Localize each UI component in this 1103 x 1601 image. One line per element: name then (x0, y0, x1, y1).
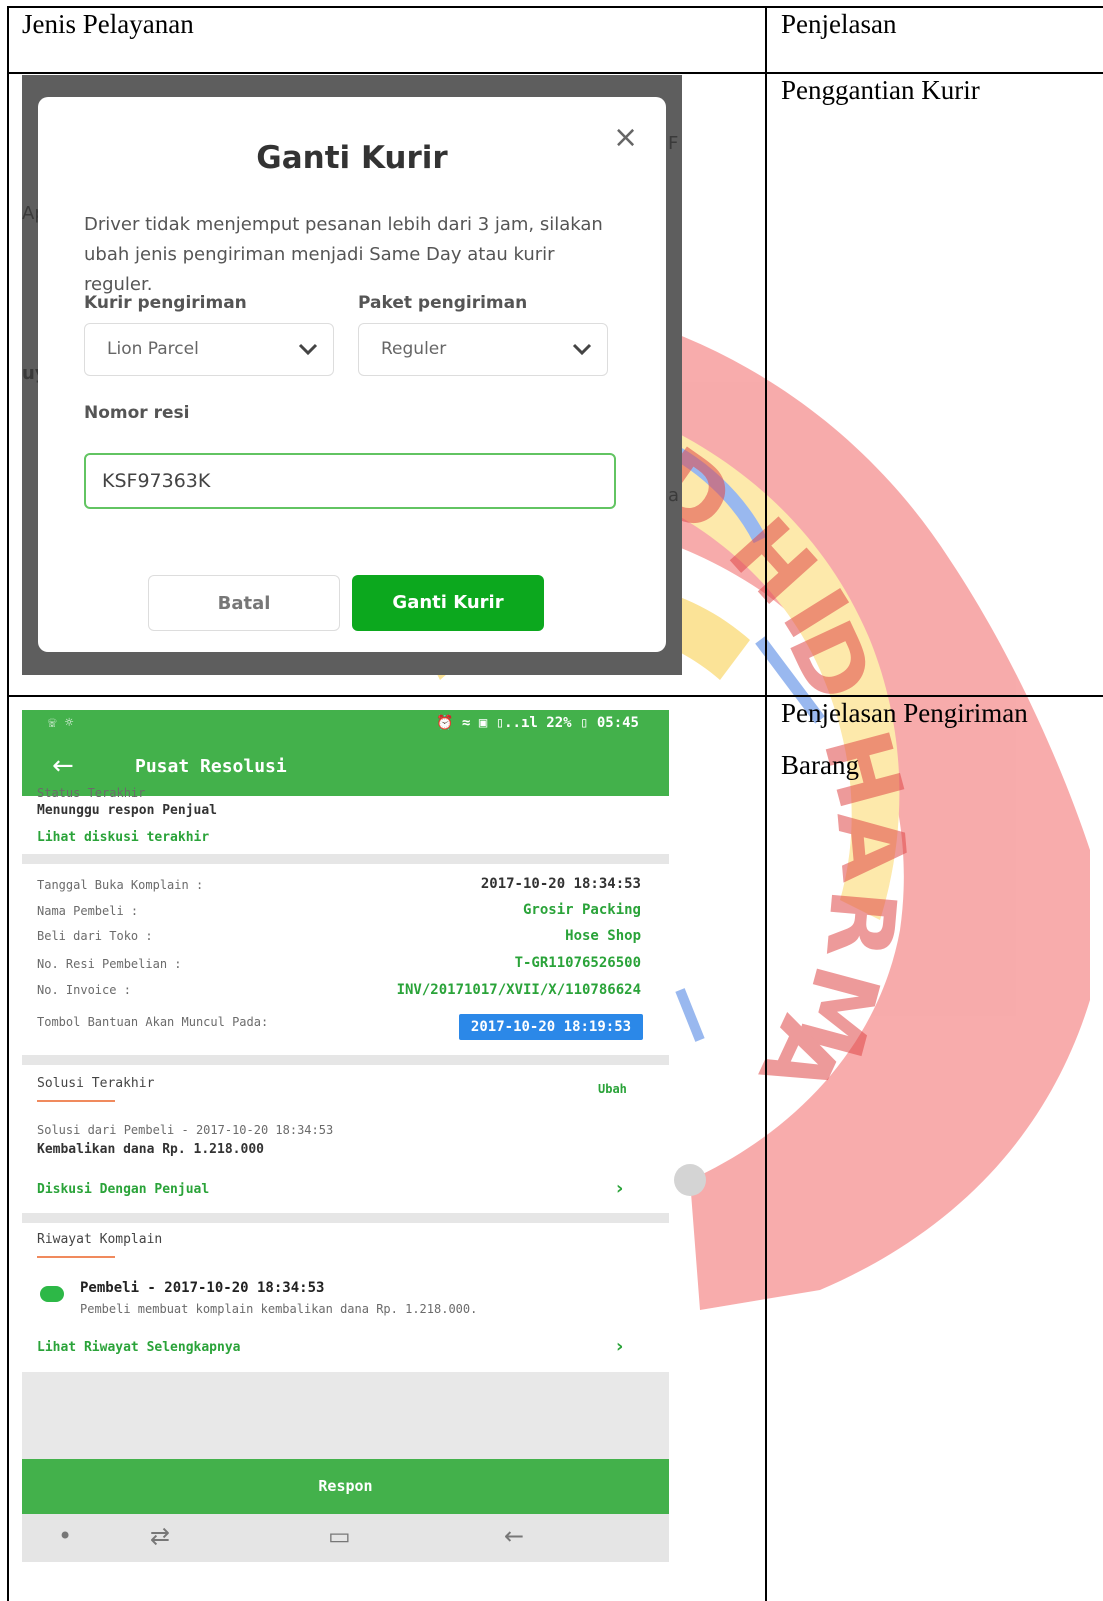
nav-back-icon[interactable]: ← (504, 1522, 524, 1550)
solution-meta: Solusi dari Pembeli - 2017-10-20 18:34:5… (37, 1123, 334, 1137)
cancel-button[interactable]: Batal (148, 575, 340, 631)
history-entry-title: Pembeli - 2017-10-20 18:34:53 (80, 1280, 325, 1296)
row2-explanation-line1: Penjelasan Pengiriman (781, 698, 1028, 728)
edit-solution-link[interactable]: Ubah (598, 1082, 627, 1096)
full-history-link[interactable]: Lihat Riwayat Selengkapnya (37, 1340, 241, 1355)
detail-label: Tombol Bantuan Akan Muncul Pada: (37, 1015, 269, 1029)
last-discussion-link[interactable]: Lihat diskusi terakhir (37, 830, 209, 845)
header-explanation: Penjelasan (781, 9, 897, 39)
table-left-border (7, 6, 9, 1601)
bottom-gray-area (22, 1372, 669, 1459)
receipt-label: Nomor resi (84, 403, 190, 423)
solution-value: Kembalikan dana Rp. 1.218.000 (37, 1142, 264, 1157)
svg-text:A: A (816, 806, 927, 885)
table-top-border (7, 6, 1103, 8)
chevron-right-icon: › (616, 1336, 624, 1357)
svg-text:R: R (805, 885, 916, 963)
section-underline (37, 1256, 115, 1258)
seller-discussion-link[interactable]: Diskusi Dengan Penjual (37, 1182, 209, 1197)
receipt-number-value: KSF97363K (102, 470, 211, 492)
svg-text:H: H (708, 499, 836, 625)
status-left-icons: ☏ ☼ (48, 715, 74, 731)
check-icon (40, 1286, 64, 1302)
background-fragment: F (668, 133, 679, 154)
section-separator (22, 1055, 669, 1065)
nav-dot-icon: • (58, 1522, 73, 1550)
help-button-time-badge: 2017-10-20 18:19:53 (459, 1014, 643, 1040)
background-fragment: a (668, 485, 680, 506)
back-arrow-icon[interactable]: ← (52, 751, 74, 781)
detail-label: No. Invoice : (37, 983, 131, 997)
package-select-value: Reguler (381, 339, 447, 359)
package-select[interactable]: Reguler (358, 323, 608, 376)
change-courier-button[interactable]: Ganti Kurir (352, 575, 544, 631)
chevron-right-icon: › (616, 1178, 624, 1199)
detail-value: Hose Shop (565, 928, 641, 944)
solution-title: Solusi Terakhir (37, 1076, 155, 1091)
history-title: Riwayat Komplain (37, 1232, 163, 1247)
courier-select[interactable]: Lion Parcel (84, 323, 334, 376)
table-column-divider (765, 6, 767, 1601)
section-underline (37, 1100, 115, 1102)
detail-label: No. Resi Pembelian : (37, 957, 182, 971)
chevron-down-icon (298, 343, 318, 356)
status-bar: ☏ ☼ ⏰ ≈ ▣ ▯..ıl 22% ▯ 05:45 (22, 710, 669, 739)
svg-text:A: A (738, 1002, 863, 1110)
detail-value: T-GR11076526500 (514, 955, 641, 971)
detail-value: 2017-10-20 18:34:53 (480, 876, 641, 892)
svg-text:I: I (762, 572, 869, 656)
header-service-type: Jenis Pelayanan (22, 9, 194, 39)
status-right-info: ⏰ ≈ ▣ ▯..ıl 22% ▯ 05:45 (436, 715, 639, 731)
package-label: Paket pengiriman (358, 293, 528, 313)
courier-select-value: Lion Parcel (107, 339, 199, 359)
svg-text:M: M (775, 955, 900, 1069)
dialog-title: Ganti Kurir (256, 140, 448, 176)
table-row-divider (7, 695, 1103, 697)
courier-change-screenshot: Ap uy F a × Ganti Kurir Driver tidak men… (22, 75, 682, 675)
respond-button[interactable]: Respon (22, 1459, 669, 1514)
detail-label: Tanggal Buka Komplain : (37, 878, 204, 892)
row2-explanation-line2: Barang (781, 750, 859, 780)
history-entry-description: Pembeli membuat komplain kembalikan dana… (80, 1302, 478, 1316)
receipt-number-input[interactable]: KSF97363K (84, 453, 616, 509)
detail-value: INV/20171017/XVII/X/110786624 (396, 982, 641, 998)
table-header-divider (7, 72, 1103, 74)
resolution-center-screenshot: ☏ ☼ ⏰ ≈ ▣ ▯..ıl 22% ▯ 05:45 ← Pusat Reso… (22, 710, 669, 1570)
courier-label: Kurir pengiriman (84, 293, 247, 313)
chevron-down-icon (572, 343, 592, 356)
android-nav-bar: • ⇄ ▭ ← (22, 1514, 669, 1562)
detail-value: Grosir Packing (522, 902, 641, 918)
dialog-description: Driver tidak menjemput pesanan lebih dar… (84, 214, 603, 295)
detail-label: Nama Pembeli : (37, 904, 139, 918)
section-separator (22, 1213, 669, 1223)
detail-label: Beli dari Toko : (37, 929, 153, 943)
section-separator (22, 854, 669, 864)
status-value: Menunggu respon Penjual (37, 803, 218, 818)
home-icon[interactable]: ▭ (328, 1522, 351, 1550)
change-courier-dialog: × Ganti Kurir Driver tidak menjemput pes… (38, 97, 666, 652)
recent-apps-icon[interactable]: ⇄ (150, 1522, 170, 1550)
row1-explanation: Penggantian Kurir (781, 75, 980, 105)
status-label: Status Terakhir (37, 786, 146, 800)
app-bar-title: Pusat Resolusi (135, 756, 287, 777)
